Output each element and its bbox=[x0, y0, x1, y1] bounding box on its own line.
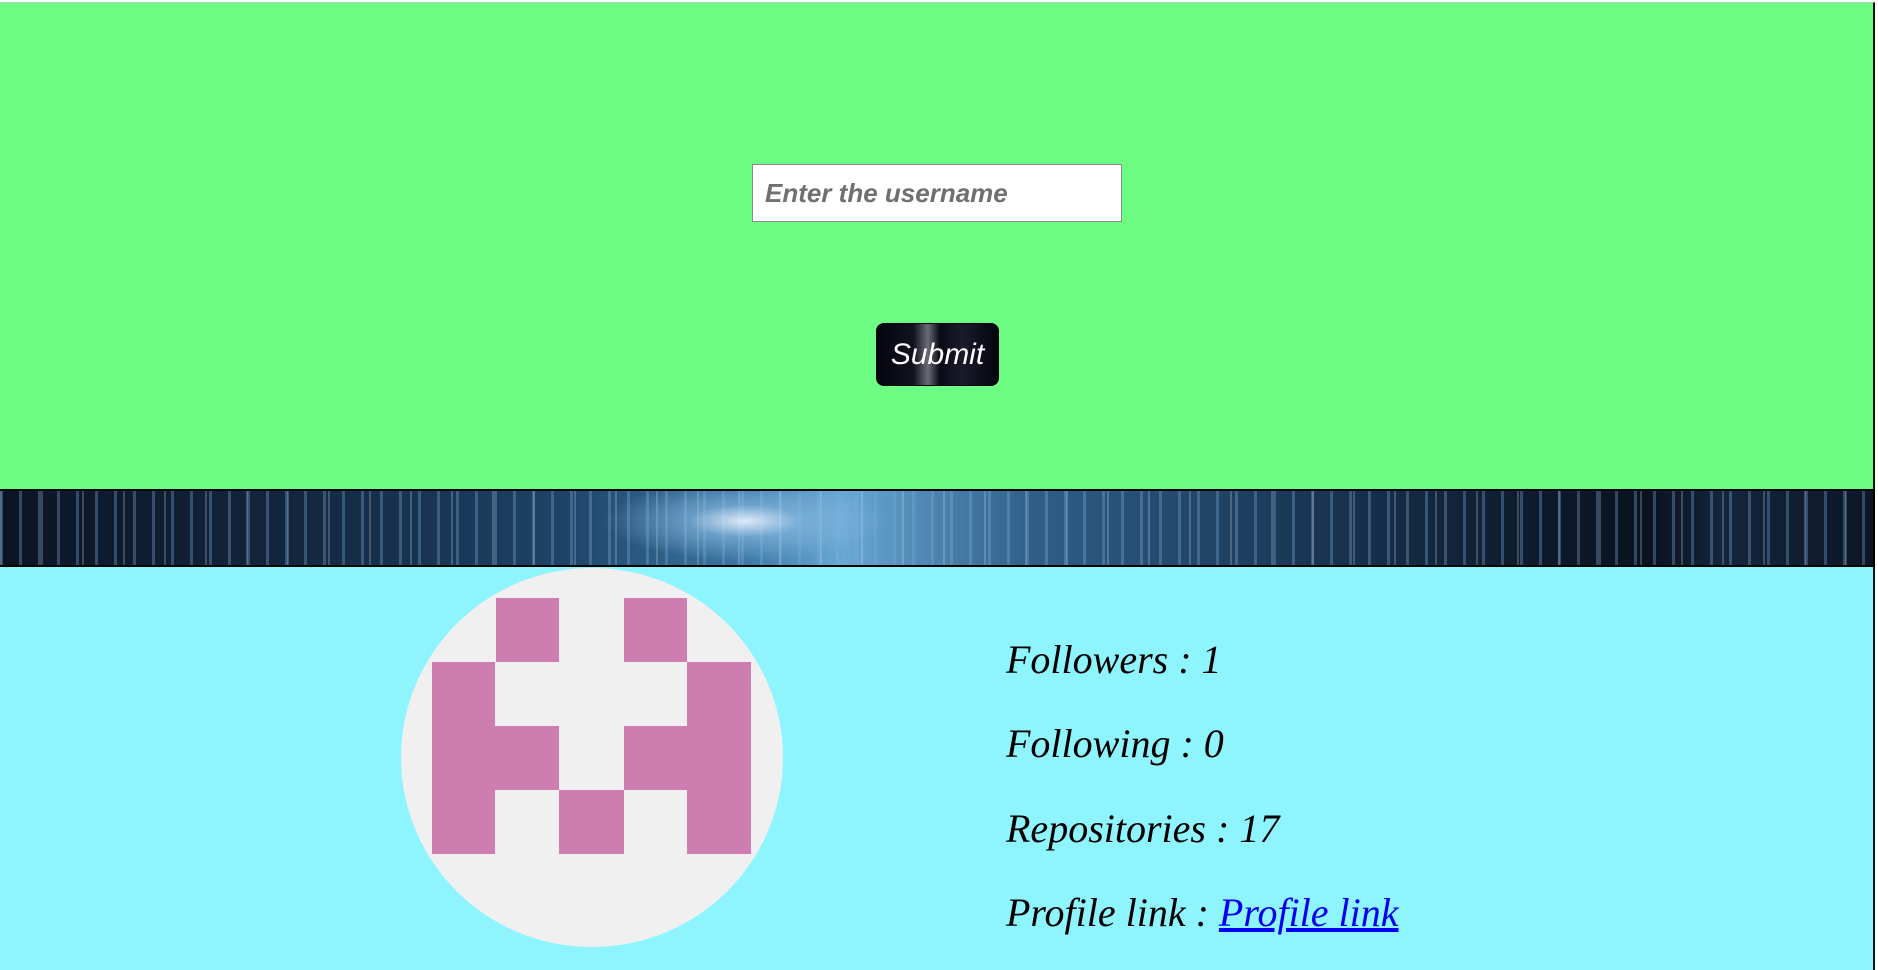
profile-link-label: Profile link : bbox=[1006, 890, 1219, 935]
avatar-pixel bbox=[624, 598, 687, 662]
submit-button[interactable]: Submit bbox=[876, 323, 999, 386]
avatar-pixel bbox=[432, 662, 495, 854]
avatar-pixel bbox=[495, 726, 559, 790]
profile-link[interactable]: Profile link bbox=[1219, 890, 1399, 935]
username-input[interactable] bbox=[752, 164, 1122, 222]
avatar-pixel bbox=[559, 790, 624, 854]
followers-label: Followers : bbox=[1006, 637, 1202, 682]
page: Submit Followers : 1 Following : 0 Repos… bbox=[0, 0, 1878, 970]
banner-image bbox=[0, 489, 1875, 567]
profile-section bbox=[0, 567, 1875, 970]
repositories-stat: Repositories : 17 bbox=[1006, 804, 1279, 854]
following-stat: Following : 0 bbox=[1006, 719, 1224, 769]
profile-link-stat: Profile link : Profile link bbox=[1006, 888, 1399, 938]
followers-count: 1 bbox=[1201, 637, 1222, 682]
followers-stat: Followers : 1 bbox=[1006, 635, 1222, 685]
avatar-pixel bbox=[624, 726, 687, 790]
following-label: Following : bbox=[1006, 721, 1204, 766]
repositories-count: 17 bbox=[1239, 806, 1280, 851]
avatar-pixel bbox=[496, 598, 559, 662]
avatar-pixel bbox=[687, 662, 751, 854]
search-section: Submit bbox=[0, 2, 1875, 489]
repositories-label: Repositories : bbox=[1006, 806, 1240, 851]
following-count: 0 bbox=[1203, 721, 1224, 766]
avatar bbox=[401, 568, 783, 947]
